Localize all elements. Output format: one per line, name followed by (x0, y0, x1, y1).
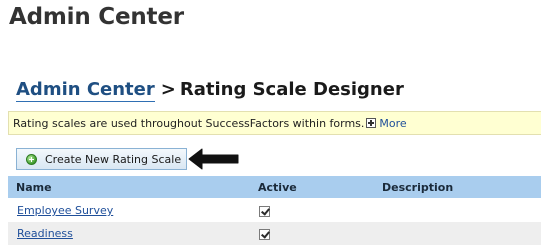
active-checkbox[interactable] (259, 205, 270, 217)
rating-scales-table: Name Active Description Employee Survey … (8, 176, 541, 245)
row-name-cell: Employee Survey (8, 199, 250, 223)
table-row: Employee Survey (8, 199, 541, 223)
info-bar: Rating scales are used throughout Succes… (8, 111, 541, 135)
breadcrumb-admin-center-link[interactable]: Admin Center (16, 79, 155, 102)
column-header-active[interactable]: Active (250, 176, 374, 199)
row-active-cell (250, 199, 374, 223)
expand-plus-icon[interactable] (366, 118, 377, 128)
page-title: Admin Center (9, 4, 184, 30)
create-button-label: Create New Rating Scale (45, 152, 182, 166)
column-header-description[interactable]: Description (374, 176, 541, 199)
rating-scale-link[interactable]: Employee Survey (17, 204, 113, 217)
pointer-arrow-icon (188, 148, 239, 170)
create-new-rating-scale-button[interactable]: Create New Rating Scale (16, 148, 187, 170)
breadcrumb: Admin Center > Rating Scale Designer (16, 79, 404, 102)
row-description-cell (374, 222, 541, 245)
table-row: Readiness (8, 222, 541, 245)
row-description-cell (374, 199, 541, 223)
more-link[interactable]: More (379, 117, 406, 130)
add-icon (26, 153, 37, 165)
info-text: Rating scales are used throughout Succes… (13, 116, 365, 130)
column-header-name[interactable]: Name (8, 176, 250, 199)
breadcrumb-separator: > (160, 79, 176, 100)
active-checkbox[interactable] (259, 228, 270, 240)
breadcrumb-current: Rating Scale Designer (179, 79, 404, 100)
row-name-cell: Readiness (8, 222, 250, 245)
row-active-cell (250, 222, 374, 245)
rating-scale-link[interactable]: Readiness (17, 227, 73, 240)
table-header-row: Name Active Description (8, 176, 541, 199)
